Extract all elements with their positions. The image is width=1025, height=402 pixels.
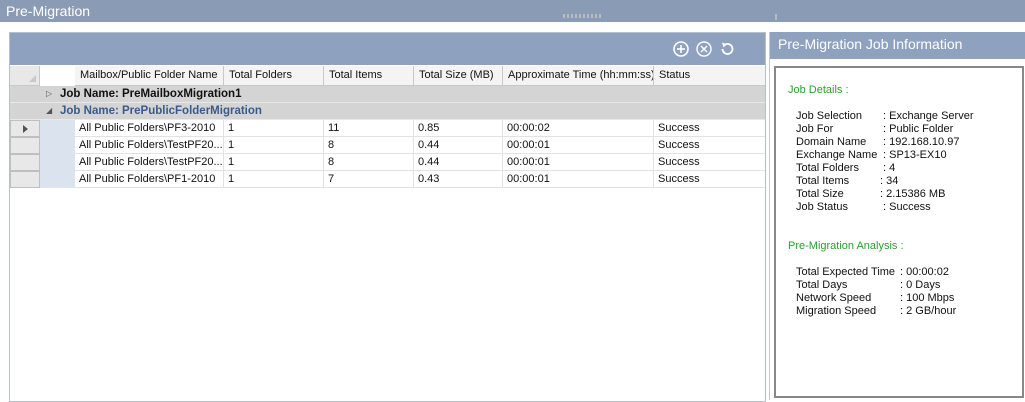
- cell-folders: 1: [224, 137, 324, 154]
- detail-domain-name: Domain Name: 192.168.10.97: [796, 136, 960, 148]
- table-row[interactable]: All Public Folders\TestPF20... 1 8 0.44 …: [10, 137, 765, 154]
- cell-items: 8: [324, 137, 414, 154]
- grid-toolbar: [10, 33, 765, 65]
- expand-arrow-icon[interactable]: ▷: [46, 89, 52, 98]
- analysis-heading: Pre-Migration Analysis :: [788, 240, 904, 252]
- group-label: Job Name: PreMailboxMigration1: [60, 88, 242, 100]
- column-header-approx-time[interactable]: Approximate Time (hh:mm:ss): [503, 66, 654, 86]
- detail-total-folders: Total Folders: 4: [796, 162, 896, 174]
- jobs-panel: Mailbox/Public Folder Name Total Folders…: [9, 32, 766, 402]
- group-row[interactable]: ◢ Job Name: PrePublicFolderMigration: [10, 103, 765, 120]
- cell-status: Success: [654, 120, 765, 137]
- job-info-panel: Pre-Migration Job Information Job Detail…: [769, 32, 1025, 400]
- detail-total-size: Total Size: 2.15386 MB: [796, 188, 946, 200]
- cell-items: 11: [324, 120, 414, 137]
- row-header[interactable]: [10, 137, 40, 154]
- job-details-heading: Job Details :: [788, 84, 849, 96]
- refresh-icon[interactable]: [719, 41, 735, 57]
- detail-job-selection: Job Selection: Exchange Server: [796, 110, 974, 122]
- column-header-total-size[interactable]: Total Size (MB): [414, 66, 503, 86]
- divider: [563, 14, 603, 18]
- cell-size: 0.44: [414, 137, 503, 154]
- detail-job-status: Job Status: Success: [796, 201, 931, 213]
- cell-items: 8: [324, 154, 414, 171]
- cell-time: 00:00:01: [503, 137, 654, 154]
- cell-folders: 1: [224, 171, 324, 188]
- column-header-total-folders[interactable]: Total Folders: [224, 66, 324, 86]
- detail-total-items: Total Items: 34: [796, 175, 899, 187]
- cell-time: 00:00:01: [503, 154, 654, 171]
- cell-status: Success: [654, 171, 765, 188]
- analysis-network-speed: Network Speed: 100 Mbps: [796, 292, 955, 304]
- cell-size: 0.44: [414, 154, 503, 171]
- cell-name: All Public Folders\PF3-2010: [75, 120, 224, 137]
- job-info-title: Pre-Migration Job Information: [778, 36, 963, 52]
- table-row[interactable]: All Public Folders\TestPF20... 1 8 0.44 …: [10, 154, 765, 171]
- column-header-status[interactable]: Status: [654, 66, 765, 86]
- group-row[interactable]: ▷ Job Name: PreMailboxMigration1: [10, 86, 765, 103]
- window-title: Pre-Migration: [6, 3, 91, 19]
- cell-size: 0.43: [414, 171, 503, 188]
- cell-time: 00:00:02: [503, 120, 654, 137]
- cell-folders: 1: [224, 154, 324, 171]
- row-header[interactable]: [10, 154, 40, 171]
- column-header-total-items[interactable]: Total Items: [324, 66, 414, 86]
- title-bar: Pre-Migration: [0, 0, 1025, 22]
- cancel-circle-icon[interactable]: [696, 41, 712, 57]
- cell-status: Success: [654, 154, 765, 171]
- cell-folders: 1: [224, 120, 324, 137]
- table-row[interactable]: All Public Folders\PF1-2010 1 7 0.43 00:…: [10, 171, 765, 188]
- column-header-name[interactable]: Mailbox/Public Folder Name: [75, 66, 224, 86]
- cell-items: 7: [324, 171, 414, 188]
- row-header[interactable]: [10, 171, 40, 188]
- row-header[interactable]: [10, 120, 40, 137]
- table-row[interactable]: All Public Folders\PF3-2010 1 11 0.85 00…: [10, 120, 765, 137]
- cell-size: 0.85: [414, 120, 503, 137]
- analysis-expected-time: Total Expected Time: 00:00:02: [796, 266, 949, 278]
- add-circle-icon[interactable]: [673, 41, 689, 57]
- collapse-arrow-icon[interactable]: ◢: [46, 106, 52, 115]
- cell-name: All Public Folders\TestPF20...: [75, 137, 224, 154]
- cell-status: Success: [654, 137, 765, 154]
- grid-corner: [10, 66, 40, 86]
- cell-name: All Public Folders\TestPF20...: [75, 154, 224, 171]
- analysis-total-days: Total Days: 0 Days: [796, 279, 941, 291]
- job-info-box: Job Details : Job Selection: Exchange Se…: [774, 66, 1024, 398]
- job-info-header: Pre-Migration Job Information: [770, 32, 1025, 59]
- cell-name: All Public Folders\PF1-2010: [75, 171, 224, 188]
- detail-job-for: Job For: Public Folder: [796, 123, 954, 135]
- analysis-migration-speed: Migration Speed: 2 GB/hour: [796, 305, 957, 317]
- group-label: Job Name: PrePublicFolderMigration: [60, 105, 262, 117]
- detail-exchange-name: Exchange Name: SP13-EX10: [796, 149, 947, 161]
- divider: [775, 14, 777, 20]
- cell-time: 00:00:01: [503, 171, 654, 188]
